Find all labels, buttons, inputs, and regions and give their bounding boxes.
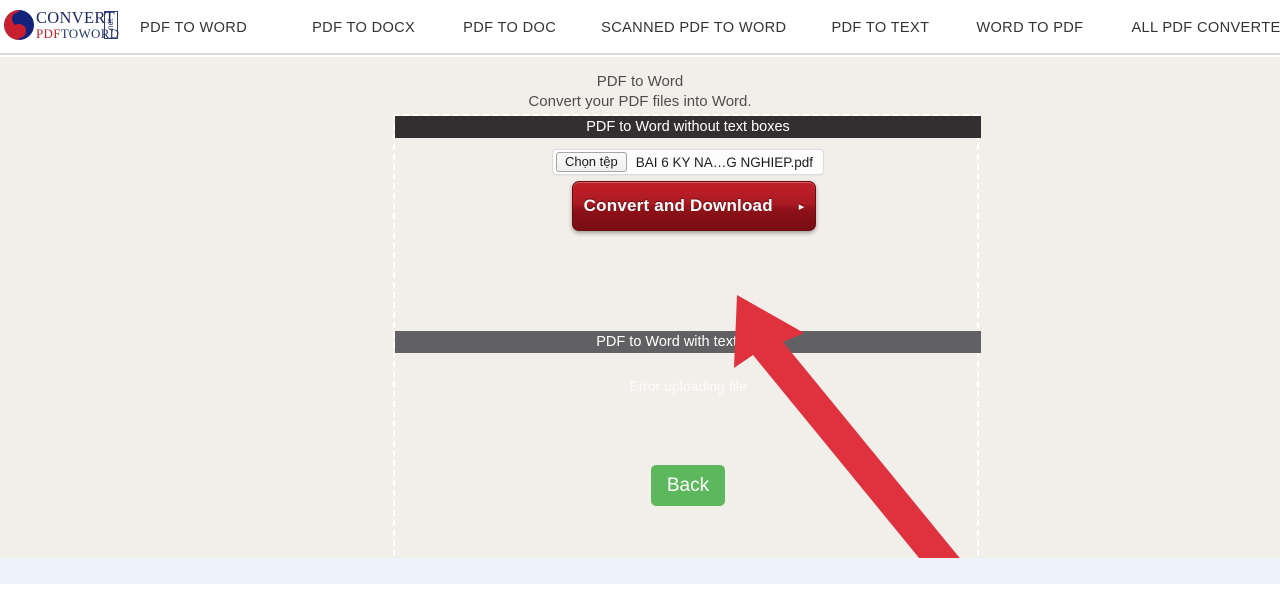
back-button[interactable]: Back: [651, 465, 725, 506]
file-upload-row: Chọn tệp BAI 6 KY NA…G NGHIEP.pdf: [395, 149, 981, 175]
nav-pdf-to-doc[interactable]: PDF TO DOC: [463, 20, 556, 36]
page-title: PDF to Word: [596, 73, 684, 90]
nav-all-pdf-converter-label: ALL PDF CONVERTER: [1131, 19, 1280, 36]
nav-scanned-pdf-to-word[interactable]: SCANNED PDF TO WORD: [601, 20, 786, 36]
nav-word-to-pdf[interactable]: WORD TO PDF: [976, 20, 1083, 36]
logo-yinyang-icon: [4, 10, 34, 40]
convert-button-label: Convert and Download: [583, 196, 773, 215]
converter-panel: PDF to Word without text boxes Chọn tệp …: [393, 114, 981, 595]
logo-tld-text: .net: [106, 18, 116, 32]
logo-tld-badge: .net: [104, 11, 118, 39]
file-input[interactable]: Chọn tệp BAI 6 KY NA…G NGHIEP.pdf: [551, 149, 825, 175]
section-header-without-textboxes: PDF to Word without text boxes: [395, 116, 981, 138]
page-subtitle: Convert your PDF files into Word.: [528, 93, 752, 110]
convert-and-download-button[interactable]: Convert and Download ▸: [572, 181, 816, 231]
page-body: PDF to Word Convert your PDF files into …: [0, 57, 1280, 595]
arrow-right-icon: ▸: [798, 200, 805, 213]
selected-file-name: BAI 6 KY NA…G NGHIEP.pdf: [635, 154, 814, 170]
site-logo[interactable]: CONVERT PDFTOWORD .net: [4, 6, 119, 44]
nav-pdf-to-text[interactable]: PDF TO TEXT: [831, 20, 929, 36]
site-header: CONVERT PDFTOWORD .net PDF TO WORD PDF T…: [0, 0, 1280, 55]
nav-pdf-to-word[interactable]: PDF TO WORD: [140, 20, 247, 36]
choose-file-button[interactable]: Chọn tệp: [555, 151, 627, 173]
nav-pdf-to-docx[interactable]: PDF TO DOCX: [312, 20, 415, 36]
footer-band: [0, 558, 1280, 584]
logo-line-pdf: PDF: [36, 26, 61, 42]
nav-all-pdf-converter[interactable]: ALL PDF CONVERTER▾: [1131, 20, 1280, 36]
error-message: Error uploading file: [629, 378, 747, 394]
section-header-with-textboxes: PDF to Word with text boxes: [395, 331, 981, 353]
main-navigation: PDF TO WORD PDF TO DOCX PDF TO DOC SCANN…: [140, 0, 1280, 55]
